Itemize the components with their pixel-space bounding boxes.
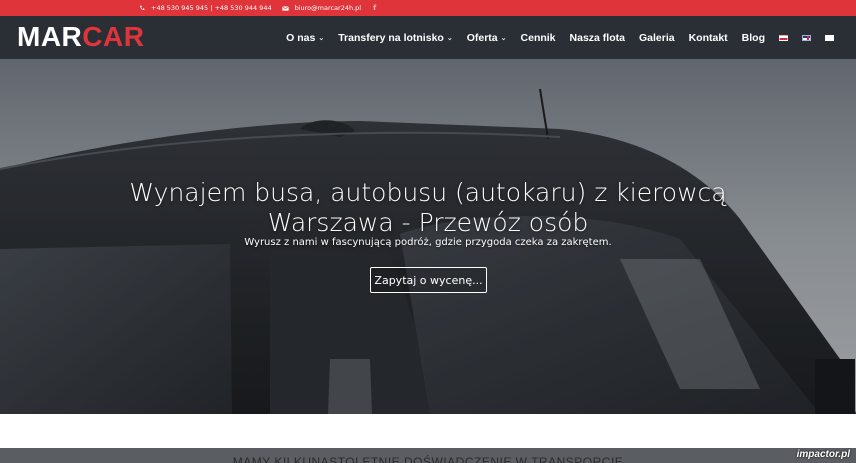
logo-part-1: MAR [17, 21, 83, 52]
chevron-down-icon: ⌄ [446, 34, 453, 42]
nav-item-transfery[interactable]: Transfery na lotnisko ⌄ [338, 32, 453, 44]
nav-item-label: O nas [286, 31, 316, 44]
phone-icon [140, 5, 145, 10]
nav-item-label: Oferta [466, 31, 498, 44]
nav-item-label: Cennik [520, 31, 556, 44]
quote-request-button[interactable]: Zapytaj o wycenę... [370, 267, 487, 293]
hero-title: Wynajem busa, autobusu (autokaru) z kier… [0, 178, 856, 238]
watermark: impactor.pl [796, 449, 850, 460]
nav-item-galeria[interactable]: Galeria [639, 32, 675, 44]
nav-item-label: Blog [741, 31, 765, 44]
email-link[interactable]: biuro@marcar24h.pl [295, 4, 362, 12]
nav-item-label: Nasza flota [569, 31, 625, 44]
experience-section: Mamy kilkunastoletnie doświadczenie w tr… [0, 448, 856, 463]
nav-item-kontakt[interactable]: Kontakt [689, 32, 728, 44]
nav-item-o-nas[interactable]: O nas ⌄ [286, 32, 324, 44]
marcar-logo[interactable]: MARCAR [17, 23, 144, 51]
en-flag-icon[interactable] [802, 34, 811, 41]
nav-item-label: Kontakt [688, 31, 728, 44]
nav-item-oferta[interactable]: Oferta ⌄ [467, 32, 507, 44]
hero-title-line-1: Wynajem busa, autobusu (autokaru) z kier… [129, 178, 727, 207]
mail-icon [281, 5, 289, 11]
nav-item-label: Transfery na lotnisko [338, 31, 444, 44]
section-spacer [0, 414, 856, 448]
section-heading: Mamy kilkunastoletnie doświadczenie w tr… [232, 455, 624, 463]
logo-part-2: CAR [82, 21, 145, 52]
main-navigation: MARCAR O nas ⌄ Transfery na lotnisko ⌄ O… [0, 16, 856, 59]
hero-subtitle: Wyrusz z nami w fascynującą podróż, gdzi… [244, 237, 612, 248]
nav-item-cennik[interactable]: Cennik [521, 32, 556, 44]
top-contact-bar: +48 530 945 945 | +48 530 944 944 biuro@… [0, 0, 856, 16]
pl-flag-icon[interactable] [779, 34, 788, 41]
chevron-down-icon: ⌄ [500, 34, 507, 42]
nav-item-label: Galeria [638, 31, 675, 44]
hero-title-line-2: Warszawa - Przewóz osób [267, 208, 589, 237]
nav-item-nasza-flota[interactable]: Nasza flota [570, 32, 625, 44]
nav-item-blog[interactable]: Blog [742, 32, 765, 44]
facebook-icon[interactable]: f [373, 4, 376, 12]
nav-menu: O nas ⌄ Transfery na lotnisko ⌄ Oferta ⌄… [286, 16, 834, 59]
chevron-down-icon: ⌄ [318, 34, 325, 42]
il-flag-icon[interactable] [825, 34, 834, 41]
phone-numbers[interactable]: +48 530 945 945 | +48 530 944 944 [151, 4, 272, 12]
hero-section: Wynajem busa, autobusu (autokaru) z kier… [0, 59, 856, 414]
